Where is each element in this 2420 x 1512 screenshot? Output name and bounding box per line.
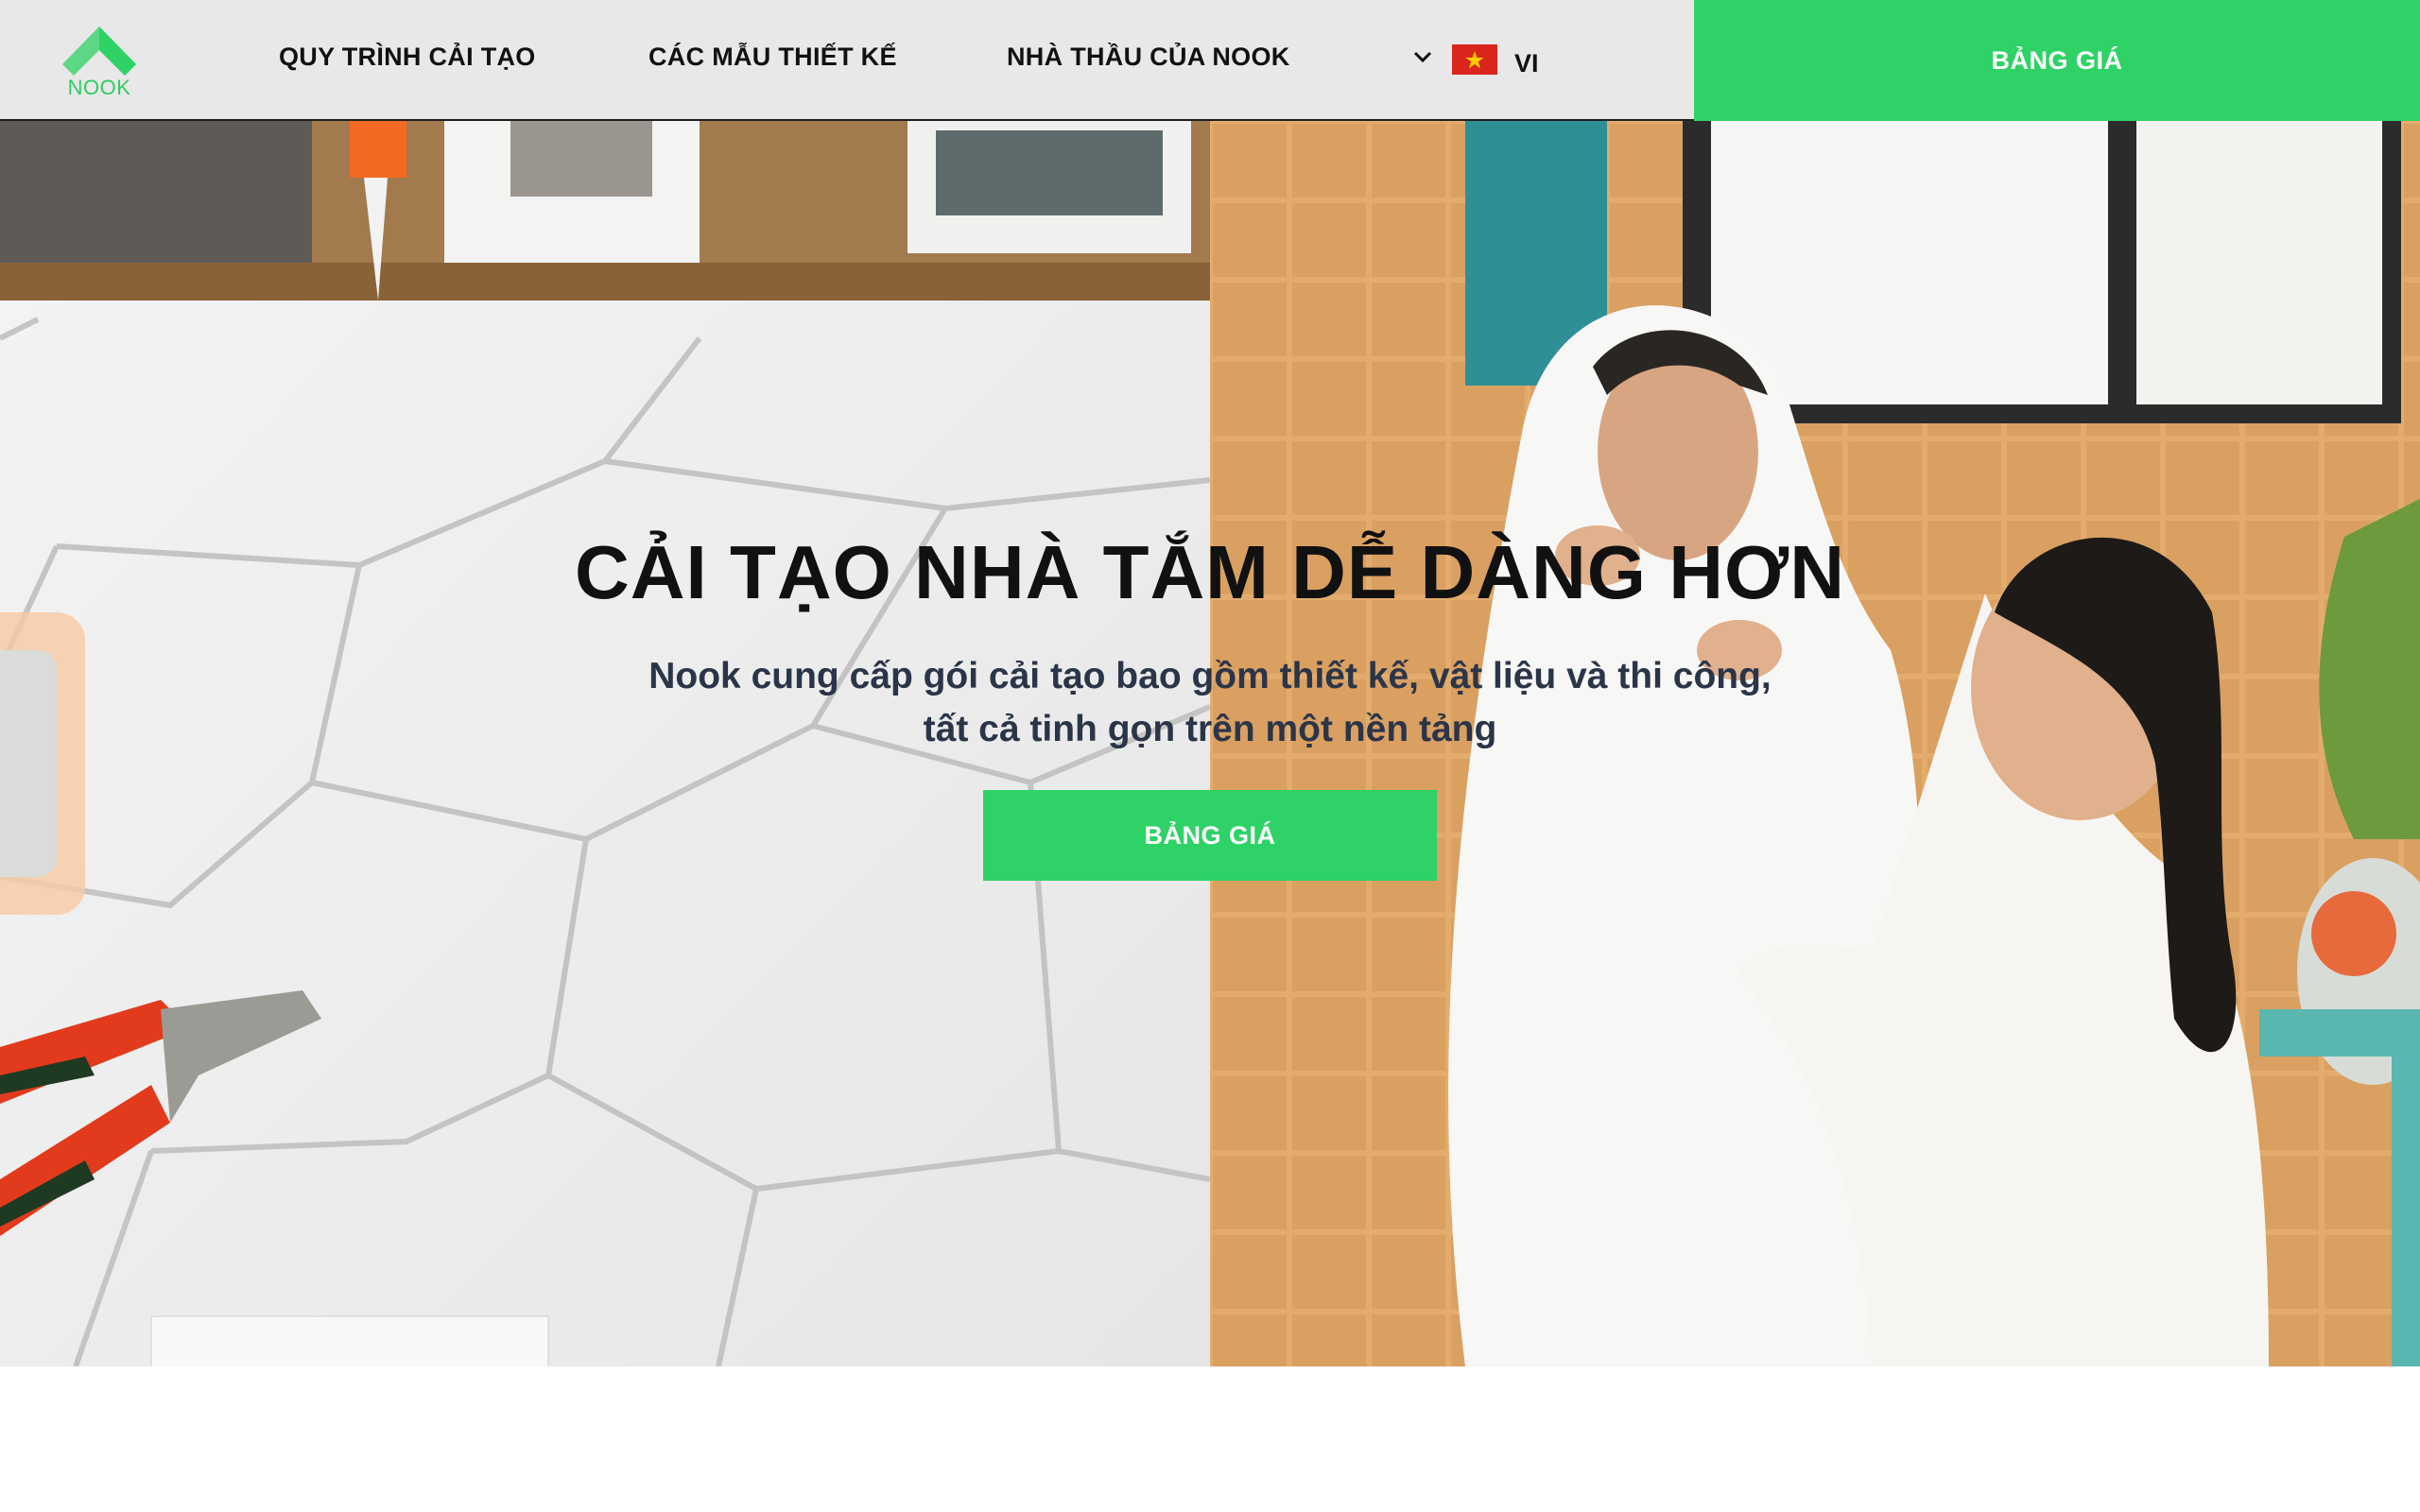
language-code: VI: [1514, 49, 1539, 77]
chevron-down-icon: [1413, 51, 1432, 63]
house-roof-icon: [62, 26, 136, 76]
nav-renovation-process[interactable]: QUY TRÌNH CẢI TẠO: [279, 43, 536, 72]
hero-title: CẢI TẠO NHÀ TẮM DỄ DÀNG HƠN: [574, 530, 1846, 614]
logo-wordmark: NOOK: [67, 76, 131, 99]
header-pricing-button[interactable]: BẢNG GIÁ: [1694, 0, 2420, 121]
site-header: NOOK QUY TRÌNH CẢI TẠO CÁC MẪU THIẾT KẾ …: [0, 0, 2420, 121]
vietnam-flag-icon: [1452, 44, 1497, 75]
hero-section: CẢI TẠO NHÀ TẮM DỄ DÀNG HƠN Nook cung cấ…: [0, 121, 2420, 1366]
nook-logo[interactable]: NOOK: [57, 17, 142, 102]
hero-pricing-button[interactable]: BẢNG GIÁ: [983, 790, 1437, 881]
hero-subtitle: Nook cung cấp gói cải tạo bao gồm thiết …: [648, 656, 1772, 749]
nav-contractors[interactable]: NHÀ THẦU CỦA NOOK: [1007, 43, 1290, 72]
nav-design-templates[interactable]: CÁC MẪU THIẾT KẾ: [648, 43, 897, 72]
